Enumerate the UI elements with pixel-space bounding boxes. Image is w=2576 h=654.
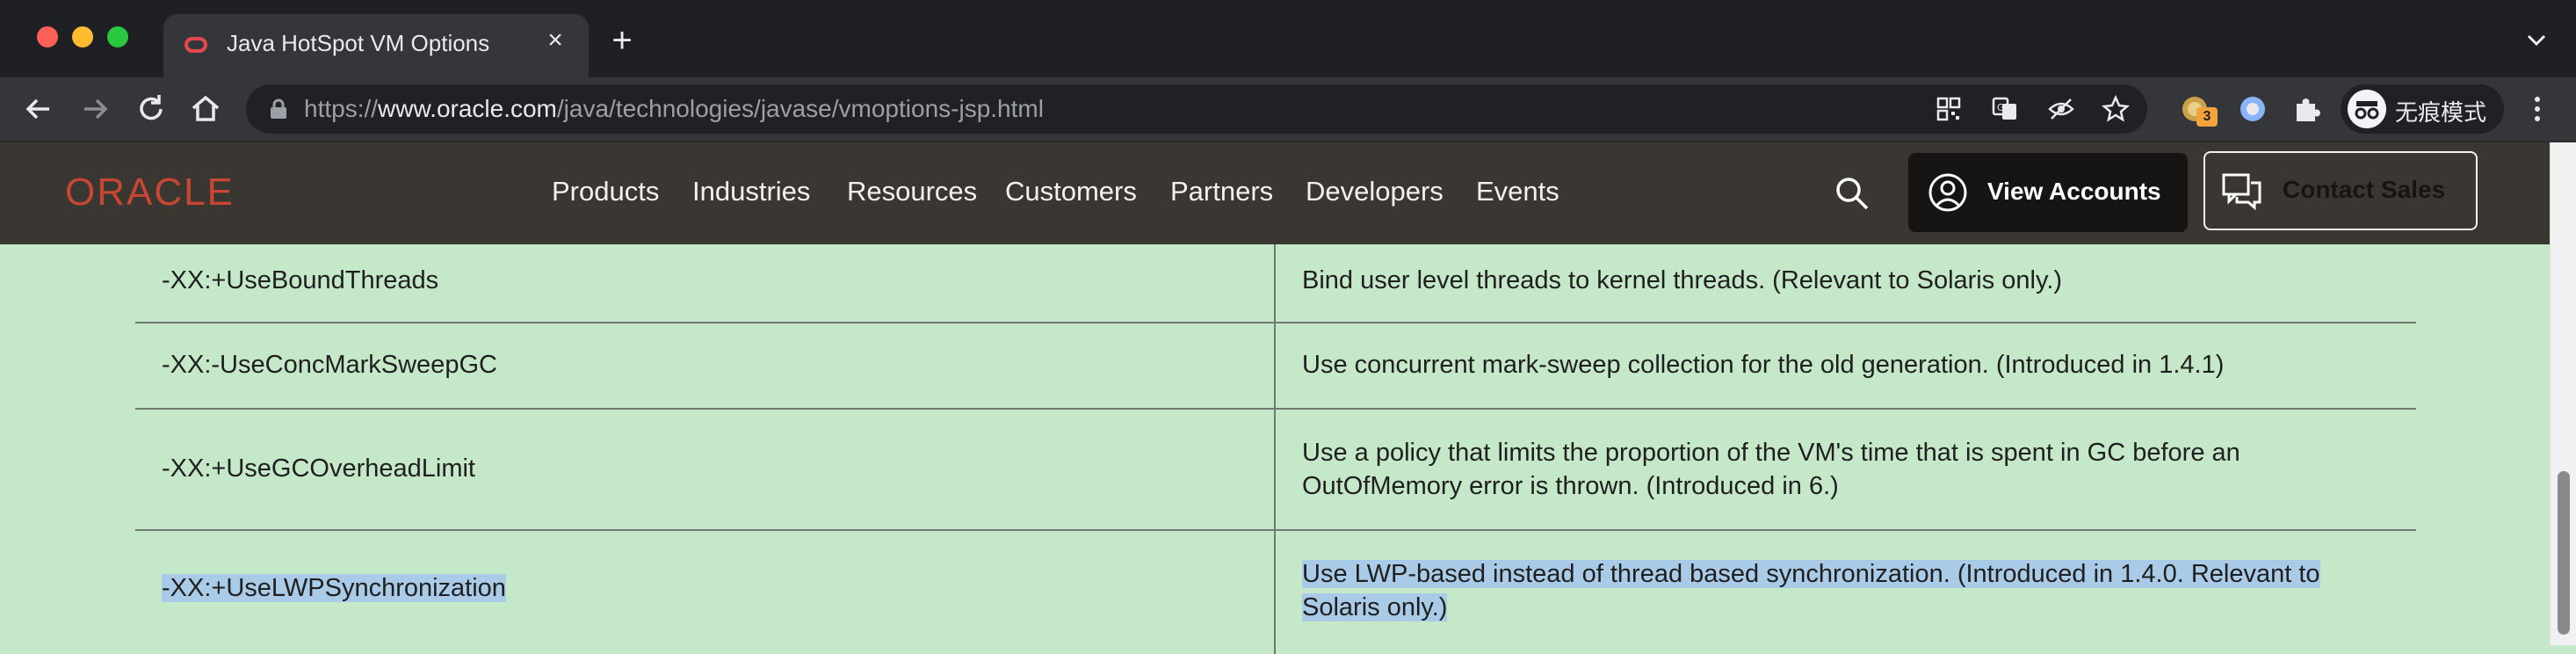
close-tab-icon[interactable]: × xyxy=(541,26,569,54)
description-cell: Use LWP-based instead of thread based sy… xyxy=(1276,531,2416,654)
option-name: -XX:-UseConcMarkSweepGC xyxy=(162,351,497,379)
selected-option-text: -XX:+UseLWPSynchronization xyxy=(162,574,506,602)
oracle-favicon-icon xyxy=(185,37,207,53)
browser-toolbar: https://www.oracle.com/java/technologies… xyxy=(0,77,2576,142)
url-path: /java/technologies/javase/vmoptions-jsp.… xyxy=(556,95,1044,122)
lock-icon[interactable] xyxy=(269,98,288,120)
contact-sales-label: Contact Sales xyxy=(2283,176,2446,203)
search-icon[interactable] xyxy=(1833,174,1871,213)
nav-customers[interactable]: Customers xyxy=(1005,176,1137,207)
description-cell: Use a policy that limits the proportion … xyxy=(1276,410,2416,529)
description-cell: Use concurrent mark-sweep collection for… xyxy=(1276,323,2416,408)
home-icon[interactable] xyxy=(186,90,225,128)
view-accounts-label: View Accounts xyxy=(1987,178,2161,205)
table-row: -XX:-UseConcMarkSweepGC Use concurrent m… xyxy=(135,323,2416,410)
address-bar[interactable]: https://www.oracle.com/java/technologies… xyxy=(246,84,2147,134)
nav-developers[interactable]: Developers xyxy=(1306,176,1444,207)
tab-search-chevron-icon[interactable] xyxy=(2523,26,2550,53)
close-window-button[interactable] xyxy=(37,26,58,47)
scrollbar-thumb[interactable] xyxy=(2558,471,2570,635)
star-bookmark-icon[interactable] xyxy=(2102,95,2130,123)
contact-sales-button[interactable]: Contact Sales xyxy=(2203,151,2478,230)
url-text[interactable]: https://www.oracle.com/java/technologies… xyxy=(304,95,1044,123)
option-name: -XX:+UseGCOverheadLimit xyxy=(162,454,475,483)
eye-off-icon[interactable] xyxy=(2047,95,2075,123)
option-cell: -XX:+UseLWPSynchronization xyxy=(135,531,1276,654)
selected-description-text: Use LWP-based instead of thread based sy… xyxy=(1302,560,2320,621)
translate-icon[interactable]: G xyxy=(1991,95,2019,123)
option-name-selected: -XX:+UseLWPSynchronization xyxy=(162,571,506,605)
page-scrollbar[interactable] xyxy=(2550,142,2576,645)
option-description: Bind user level threads to kernel thread… xyxy=(1302,266,2063,294)
option-cell: -XX:-UseConcMarkSweepGC xyxy=(135,323,1276,408)
table-row: -XX:+UseBoundThreads Bind user level thr… xyxy=(135,244,2416,323)
option-cell: -XX:+UseGCOverheadLimit xyxy=(135,410,1276,529)
site-header: ORACLE Products Industries Resources Cus… xyxy=(0,142,2550,244)
option-description: Use concurrent mark-sweep collection for… xyxy=(1302,351,2225,379)
tab-title: Java HotSpot VM Options xyxy=(227,30,490,56)
table-row: -XX:+UseGCOverheadLimit Use a policy tha… xyxy=(135,410,2416,531)
description-cell: Bind user level threads to kernel thread… xyxy=(1276,244,2416,322)
nav-industries[interactable]: Industries xyxy=(692,176,810,207)
nav-events[interactable]: Events xyxy=(1476,176,1559,207)
browser-tab-bar: Java HotSpot VM Options × + xyxy=(0,0,2576,77)
qr-code-icon[interactable] xyxy=(1935,95,1963,123)
minimize-window-button[interactable] xyxy=(72,26,93,47)
nav-products[interactable]: Products xyxy=(552,176,659,207)
forward-arrow-icon[interactable] xyxy=(76,90,114,128)
browser-tab[interactable]: Java HotSpot VM Options × xyxy=(163,14,589,77)
option-cell: -XX:+UseBoundThreads xyxy=(135,244,1276,322)
maximize-window-button[interactable] xyxy=(107,26,128,47)
profile-label: 无痕模式 xyxy=(2395,100,2487,127)
oracle-logo[interactable]: ORACLE xyxy=(65,171,235,214)
extension-ring-icon[interactable] xyxy=(2235,91,2270,127)
back-arrow-icon[interactable] xyxy=(19,90,58,128)
new-tab-button[interactable]: + xyxy=(606,23,638,58)
table-row: -XX:+UseLWPSynchronization Use LWP-based… xyxy=(135,531,2416,654)
puzzle-extensions-icon[interactable] xyxy=(2290,91,2325,127)
nav-partners[interactable]: Partners xyxy=(1170,176,1273,207)
chat-icon xyxy=(2222,173,2261,211)
incognito-icon xyxy=(2348,90,2386,128)
incognito-profile-button[interactable]: 无痕模式 xyxy=(2341,84,2504,134)
url-host: www.oracle.com xyxy=(378,95,557,122)
url-scheme: https:// xyxy=(304,95,379,122)
user-circle-icon xyxy=(1928,173,1967,212)
nav-resources[interactable]: Resources xyxy=(847,176,977,207)
more-menu-icon[interactable] xyxy=(2527,93,2548,125)
reload-icon[interactable] xyxy=(132,90,170,128)
option-description: Use a policy that limits the proportion … xyxy=(1302,439,2240,500)
view-accounts-button[interactable]: View Accounts xyxy=(1908,153,2188,232)
option-description-selected: Use LWP-based instead of thread based sy… xyxy=(1302,557,2365,624)
option-name: -XX:+UseBoundThreads xyxy=(162,266,439,294)
svg-text:G: G xyxy=(1997,102,2005,113)
extension-badge: 3 xyxy=(2196,107,2218,127)
